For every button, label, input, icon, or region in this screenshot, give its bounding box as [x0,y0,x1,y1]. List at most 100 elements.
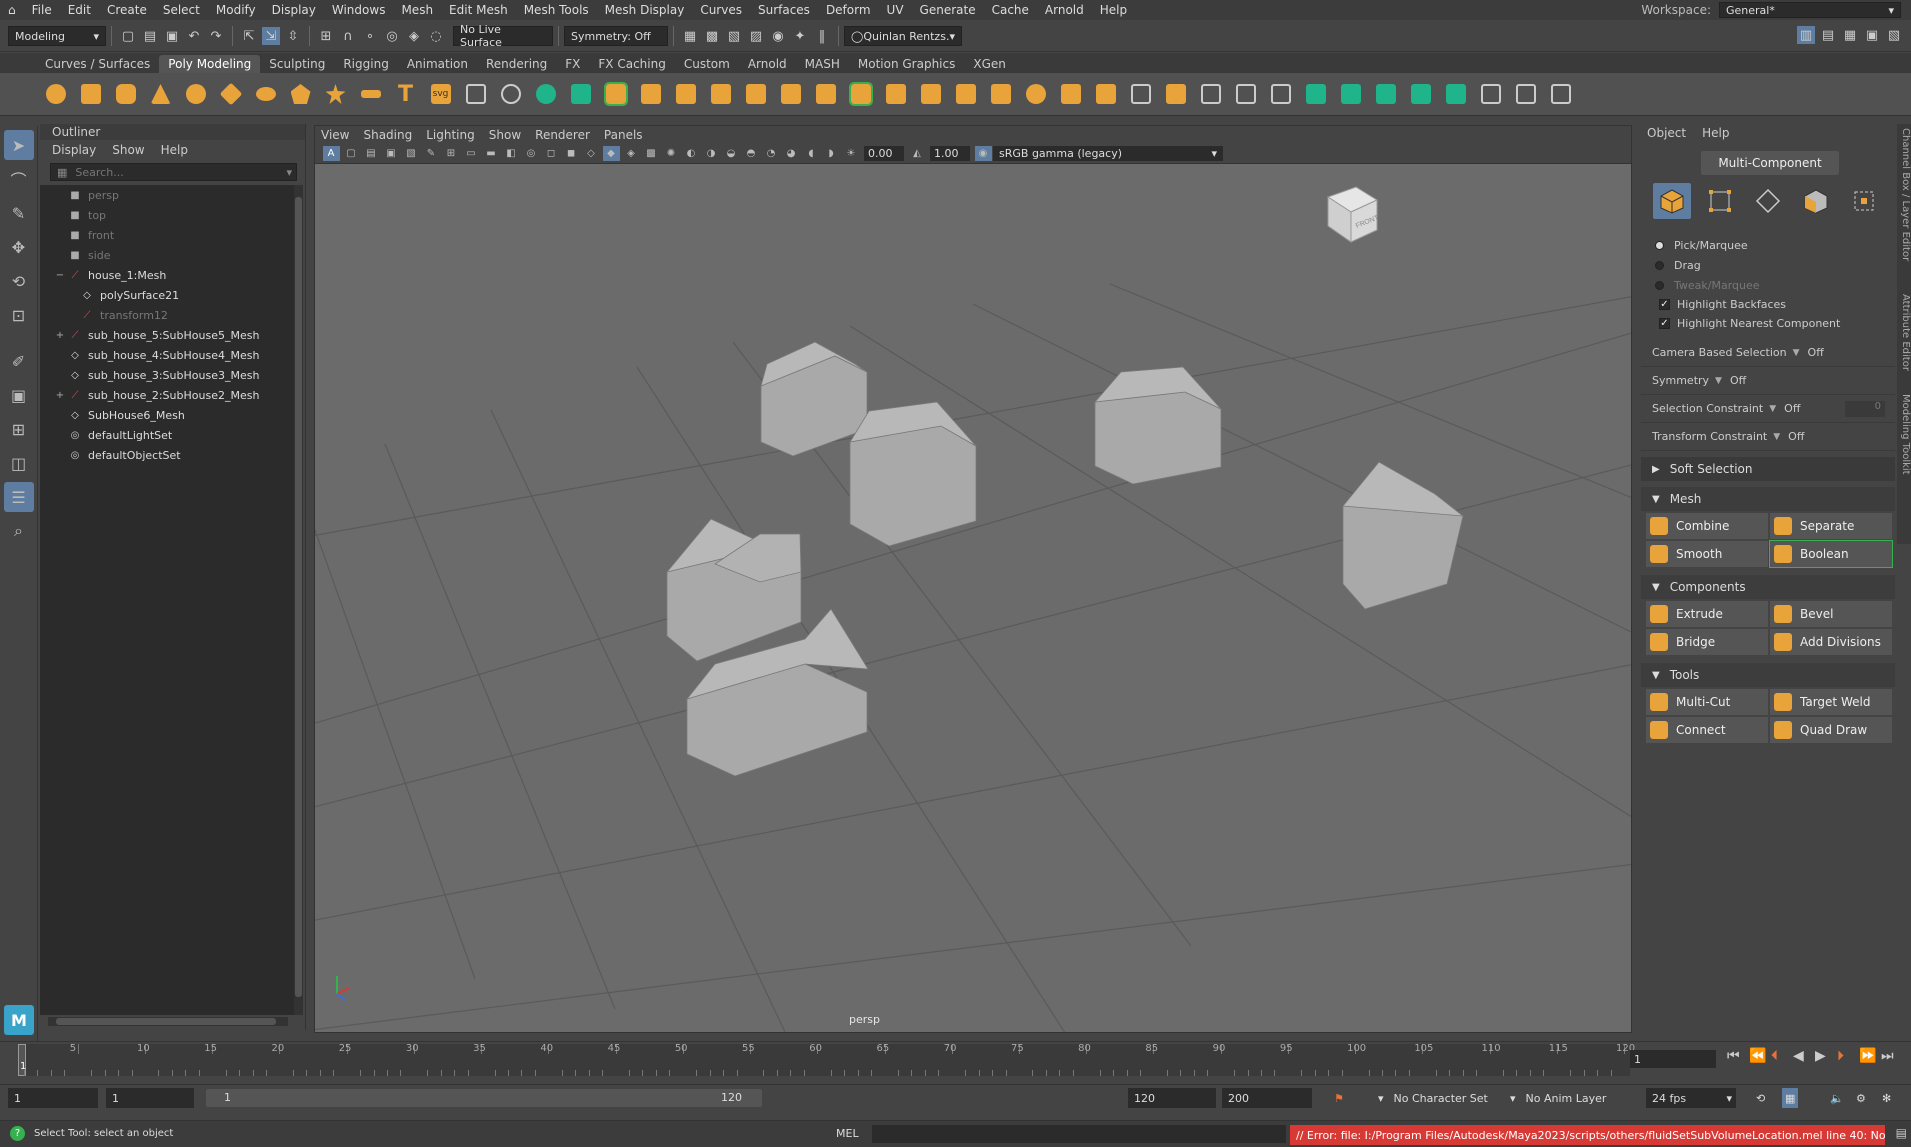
field-extra-input[interactable]: 0 [1845,400,1885,417]
ambient-occlusion-icon[interactable]: ◑ [703,146,720,161]
render-settings-icon[interactable]: ▨ [747,27,765,45]
color-management-icon[interactable]: ◉ [974,146,992,161]
planar-uv-icon[interactable] [1302,80,1330,108]
step-forward-key-icon[interactable]: ⏩ [1859,1048,1876,1064]
menu-mesh-display[interactable]: Mesh Display [597,3,693,17]
menu-display[interactable]: Display [264,3,324,17]
smooth-shelf-icon[interactable] [742,80,770,108]
separate-button[interactable]: Separate [1770,513,1892,539]
toolkit-menu-object[interactable]: Object [1647,126,1686,140]
poly-xyz-icon[interactable] [567,80,595,108]
menu-create[interactable]: Create [99,3,155,17]
anim-preferences-icon[interactable]: ⚙ [1856,1088,1866,1108]
loop-icon[interactable]: ⟲ [1756,1088,1765,1108]
scene-end-field[interactable]: 200 [1222,1088,1312,1108]
house-mesh[interactable] [1342,461,1465,610]
collapse-icon[interactable]: − [54,269,66,281]
shelf-tab-arnold[interactable]: Arnold [739,55,796,73]
snap-view-icon[interactable]: ◎ [383,27,401,45]
symmetry-field[interactable]: Symmetry: Off [564,26,668,46]
outliner-item[interactable]: ■ side [40,245,294,265]
poke-shelf-icon[interactable] [1127,80,1155,108]
menu-mesh-tools[interactable]: Mesh Tools [516,3,597,17]
reduce-shelf-icon[interactable] [777,80,805,108]
help-icon[interactable]: ? [10,1126,25,1141]
expand-icon[interactable]: + [54,389,66,401]
outliner-search[interactable]: ▦ ▾ [50,163,297,181]
menu-uv[interactable]: UV [879,3,912,17]
poly-cube-icon[interactable] [77,80,105,108]
booleans-shelf-icon[interactable] [707,80,735,108]
quad-draw-button[interactable]: Quad Draw [1770,717,1892,743]
section-mesh[interactable]: ▼ Mesh [1641,487,1895,511]
grease-pencil-icon[interactable]: ✎ [423,146,440,161]
menu-generate[interactable]: Generate [912,3,984,17]
sew-uv-icon[interactable] [1547,80,1575,108]
menu-curves[interactable]: Curves [692,3,750,17]
menu-edit[interactable]: Edit [60,3,99,17]
poly-cone-icon[interactable] [147,80,175,108]
side-tab-attribute-editor[interactable]: Attribute Editor [1897,294,1911,371]
outliner-menu-display[interactable]: Display [52,143,96,157]
house-mesh[interactable] [665,518,802,662]
rotate-tool-icon[interactable]: ⟲ [4,266,34,296]
view-transform-select[interactable]: sRGB gamma (legacy) ▾ [993,146,1223,161]
poly-count-icon[interactable] [462,80,490,108]
safe-action-icon[interactable]: ◻ [543,146,560,161]
outliner-item[interactable]: ■ front [40,225,294,245]
viewport-menu-show[interactable]: Show [489,128,521,142]
textured-icon[interactable]: ▩ [643,146,660,161]
menu-surfaces[interactable]: Surfaces [750,3,818,17]
connect-button[interactable]: Connect [1646,717,1768,743]
render-frame-icon[interactable]: ▩ [703,27,721,45]
toggle-channel-box-icon[interactable]: ▣ [1863,26,1881,44]
pause-render-icon[interactable]: ‖ [813,27,831,45]
move-tool-icon[interactable]: ✥ [4,232,34,262]
fill-hole-shelf-icon[interactable] [1022,80,1050,108]
bookmarks-icon[interactable]: ▤ [363,146,380,161]
viewport-menu-view[interactable]: View [321,128,349,142]
arnold-render-icon[interactable]: ✦ [791,27,809,45]
fps-select[interactable]: 24 fps ▾ [1646,1088,1736,1108]
undo-icon[interactable]: ↶ [185,27,203,45]
step-back-frame-icon[interactable]: ⏴ [1771,1048,1778,1064]
select-tool-icon[interactable]: ➤ [3,130,34,160]
multi-cut-button[interactable]: Multi-Cut [1646,689,1768,715]
persp-outliner-layout-icon[interactable]: ◫ [4,448,34,478]
outliner-menu-help[interactable]: Help [161,143,188,157]
chevron-down-icon[interactable]: ▼ [1773,432,1780,442]
toggle-tool-settings-icon[interactable]: ▦ [1841,26,1859,44]
go-to-start-icon[interactable]: ⏮ [1727,1048,1740,1064]
quad-draw-shelf-icon[interactable] [1267,80,1295,108]
poly-disc-icon[interactable] [252,80,280,108]
retopo-shelf-icon[interactable] [847,80,875,108]
save-scene-icon[interactable]: ▣ [163,27,181,45]
soft-selection-section[interactable]: ▶ Soft Selection [1641,457,1895,481]
combine-shelf-icon[interactable] [602,80,630,108]
outliner-horizontal-scrollbar[interactable] [48,1017,288,1026]
open-scene-icon[interactable]: ▤ [141,27,159,45]
viewport-menu-lighting[interactable]: Lighting [426,128,475,142]
shelf-tab-xgen[interactable]: XGen [964,55,1015,73]
paint-select-tool-icon[interactable]: ✎ [4,198,34,228]
live-surface-field[interactable]: No Live Surface [453,23,553,49]
section-components[interactable]: ▼ Components [1641,575,1895,599]
viewport-menu-renderer[interactable]: Renderer [535,128,590,142]
command-language-label[interactable]: MEL [836,1127,859,1140]
separate-shelf-icon[interactable] [637,80,665,108]
wedge-shelf-icon[interactable] [1092,80,1120,108]
shelf-tab-curves-surfaces[interactable]: Curves / Surfaces [36,55,159,73]
poly-torus-icon[interactable] [182,80,210,108]
face-mode-button[interactable] [1797,183,1835,219]
menu-arnold[interactable]: Arnold [1037,3,1092,17]
field-chart-icon[interactable]: ◎ [523,146,540,161]
user-account-button[interactable]: ◯ Quinlan Rentzs. ▾ [844,26,962,46]
shelf-tab-mash[interactable]: MASH [796,55,849,73]
checkbox-highlight-backfaces[interactable]: ✓ Highlight Backfaces [1641,295,1895,314]
poly-type-icon[interactable]: T [392,80,420,108]
poly-soft-select-icon[interactable] [532,80,560,108]
toggle-layer-editor-icon[interactable]: ▧ [1885,26,1903,44]
combine-button[interactable]: Combine [1646,513,1768,539]
gamma-field[interactable]: 1.00 [930,146,970,161]
toggle-modeling-toolkit-icon[interactable]: ▥ [1797,26,1815,44]
